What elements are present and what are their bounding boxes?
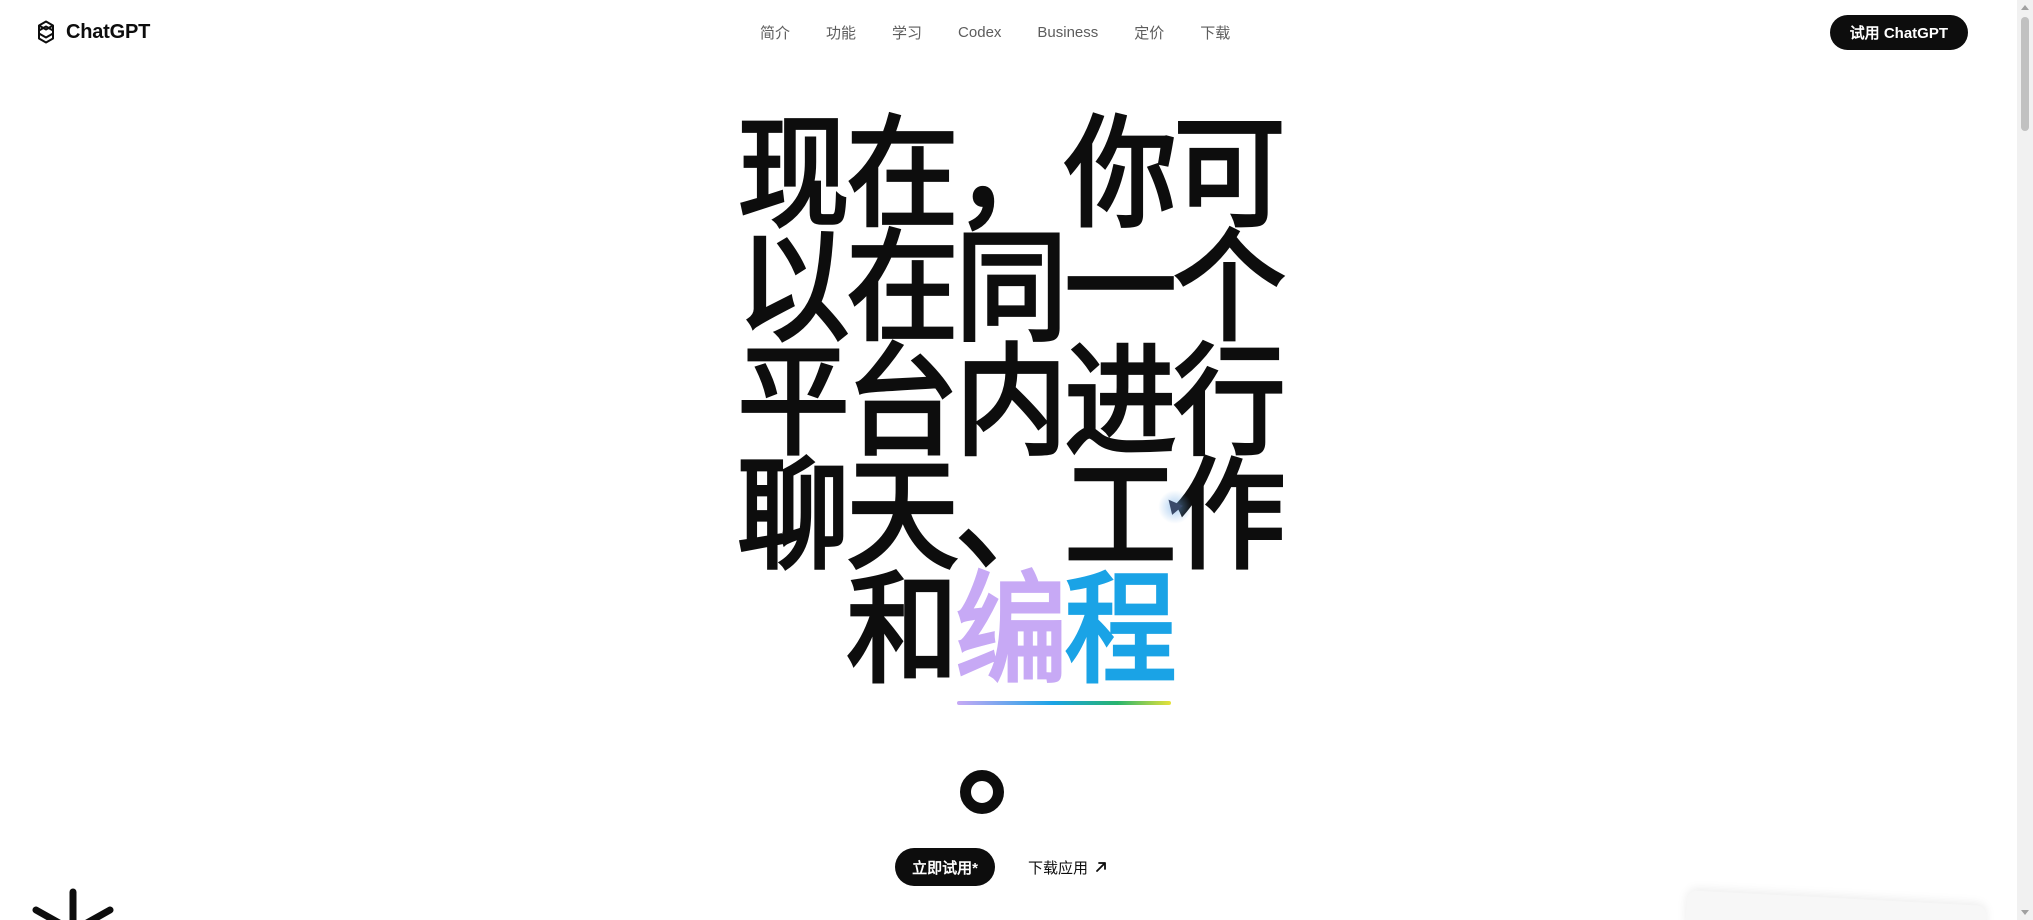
- try-chatgpt-button[interactable]: 试用 ChatGPT: [1829, 15, 1968, 50]
- page: ChatGPT 简介 功能 学习 Codex Business 定价 下载 试用…: [0, 0, 2033, 920]
- nav-item-pricing[interactable]: 定价: [1134, 22, 1164, 43]
- scrollbar-thumb[interactable]: [2021, 17, 2029, 131]
- download-app-link[interactable]: 下载应用: [1028, 856, 1108, 878]
- try-now-button[interactable]: 立即试用*: [895, 848, 995, 886]
- nav-item-business[interactable]: Business: [1037, 24, 1098, 41]
- hero-highlight-purple: 编: [955, 560, 1068, 702]
- main-nav: 简介 功能 学习 Codex Business 定价 下载: [760, 20, 1230, 44]
- hero-line-last: 和 编 程: [738, 569, 1282, 692]
- gradient-underline: [957, 701, 1171, 705]
- nav-item-download[interactable]: 下载: [1200, 22, 1230, 43]
- openai-logo-icon: [38, 20, 54, 44]
- scrollbar[interactable]: [2017, 0, 2033, 920]
- scroll-up-arrow-icon[interactable]: [2021, 5, 2029, 10]
- logo-text: ChatGPT: [66, 20, 151, 43]
- nav-item-codex[interactable]: Codex: [958, 24, 1001, 41]
- scroll-down-arrow-icon[interactable]: [2021, 910, 2029, 915]
- nav-item-features[interactable]: 功能: [826, 22, 856, 43]
- nav-item-intro[interactable]: 简介: [760, 22, 790, 43]
- hero-highlight-blue: 程: [1064, 560, 1177, 702]
- hero-period-mark: [960, 770, 1004, 814]
- arrow-up-right-icon: [1096, 862, 1106, 872]
- nav-item-learn[interactable]: 学习: [892, 22, 922, 43]
- hero-headline: 现在，你可 以在同一个 平台内进行 聊天、工作 和 编 程: [738, 113, 1286, 692]
- hero-text: 和: [846, 560, 959, 702]
- chatgpt-logo[interactable]: ChatGPT: [32, 17, 150, 47]
- site-header: ChatGPT 简介 功能 学习 Codex Business 定价 下载 试用…: [0, 0, 2017, 64]
- download-app-label: 下载应用: [1028, 859, 1089, 877]
- preview-card: [1685, 890, 1987, 920]
- sparkle-decoration-icon: [32, 888, 114, 920]
